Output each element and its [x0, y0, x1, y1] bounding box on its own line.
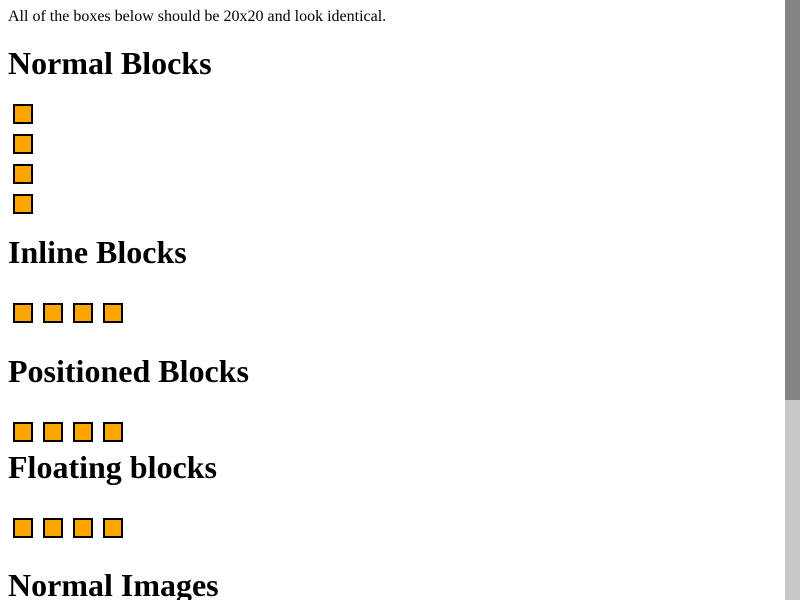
floating-block-box: [43, 518, 63, 538]
inline-block-box: [73, 303, 93, 323]
positioned-block-box: [43, 422, 63, 442]
scrollbar-thumb[interactable]: [785, 0, 800, 400]
intro-text: All of the boxes below should be 20x20 a…: [8, 8, 387, 25]
floating-block-box: [13, 518, 33, 538]
normal-block-box: [13, 104, 33, 124]
heading-positioned-blocks: Positioned Blocks: [8, 353, 249, 389]
page-content: All of the boxes below should be 20x20 a…: [0, 0, 785, 600]
floating-block-box: [103, 518, 123, 538]
positioned-block-box: [103, 422, 123, 442]
heading-normal-blocks: Normal Blocks: [8, 45, 212, 81]
inline-block-box: [103, 303, 123, 323]
normal-block-box: [13, 194, 33, 214]
normal-block-box: [13, 134, 33, 154]
positioned-block-box: [13, 422, 33, 442]
floating-block-box: [73, 518, 93, 538]
vertical-scrollbar[interactable]: [785, 0, 800, 600]
heading-floating-blocks: Floating blocks: [8, 449, 217, 485]
inline-block-box: [13, 303, 33, 323]
normal-block-box: [13, 164, 33, 184]
positioned-block-box: [73, 422, 93, 442]
heading-normal-images: Normal Images: [8, 567, 219, 600]
inline-block-box: [43, 303, 63, 323]
heading-inline-blocks: Inline Blocks: [8, 234, 187, 270]
